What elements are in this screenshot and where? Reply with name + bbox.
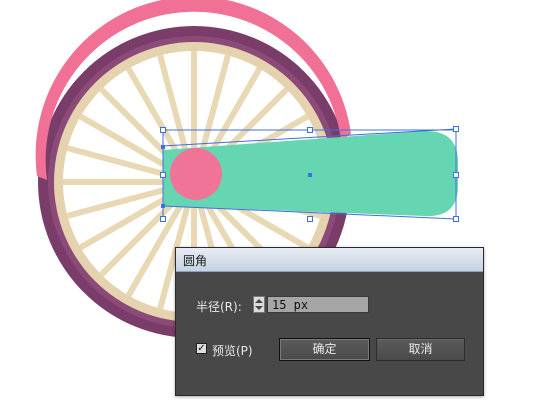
dialog-titlebar[interactable]: 圆角 <box>176 248 483 272</box>
handle-bottom-left[interactable] <box>160 216 166 222</box>
radius-stepper[interactable] <box>253 296 265 313</box>
radius-input[interactable] <box>267 296 369 313</box>
ok-button[interactable]: 确定 <box>279 338 370 361</box>
pedal-hub-circle <box>170 148 222 200</box>
stepper-down-icon[interactable] <box>255 306 263 310</box>
radius-label: 半径(R): <box>196 300 242 314</box>
anchor-point-left-bottom <box>161 204 165 208</box>
cancel-button[interactable]: 取消 <box>376 338 465 361</box>
dialog-title: 圆角 <box>183 254 208 268</box>
handle-middle-left[interactable] <box>160 172 166 178</box>
handle-top-middle[interactable] <box>307 127 313 133</box>
handle-top-left[interactable] <box>160 127 166 133</box>
preview-checkbox[interactable]: ✓ <box>196 343 207 354</box>
handle-middle-right[interactable] <box>453 172 459 178</box>
round-corners-dialog: 圆角 半径(R): ✓ 预览(P) 确定 取消 <box>175 247 484 396</box>
stepper-up-icon[interactable] <box>255 299 263 303</box>
anchor-point-left <box>161 145 165 149</box>
handle-bottom-right[interactable] <box>453 216 459 222</box>
handle-top-right[interactable] <box>453 126 459 132</box>
handle-bottom-middle[interactable] <box>307 216 313 222</box>
preview-label[interactable]: 预览(P) <box>212 342 253 359</box>
selection-center-point <box>308 173 312 177</box>
